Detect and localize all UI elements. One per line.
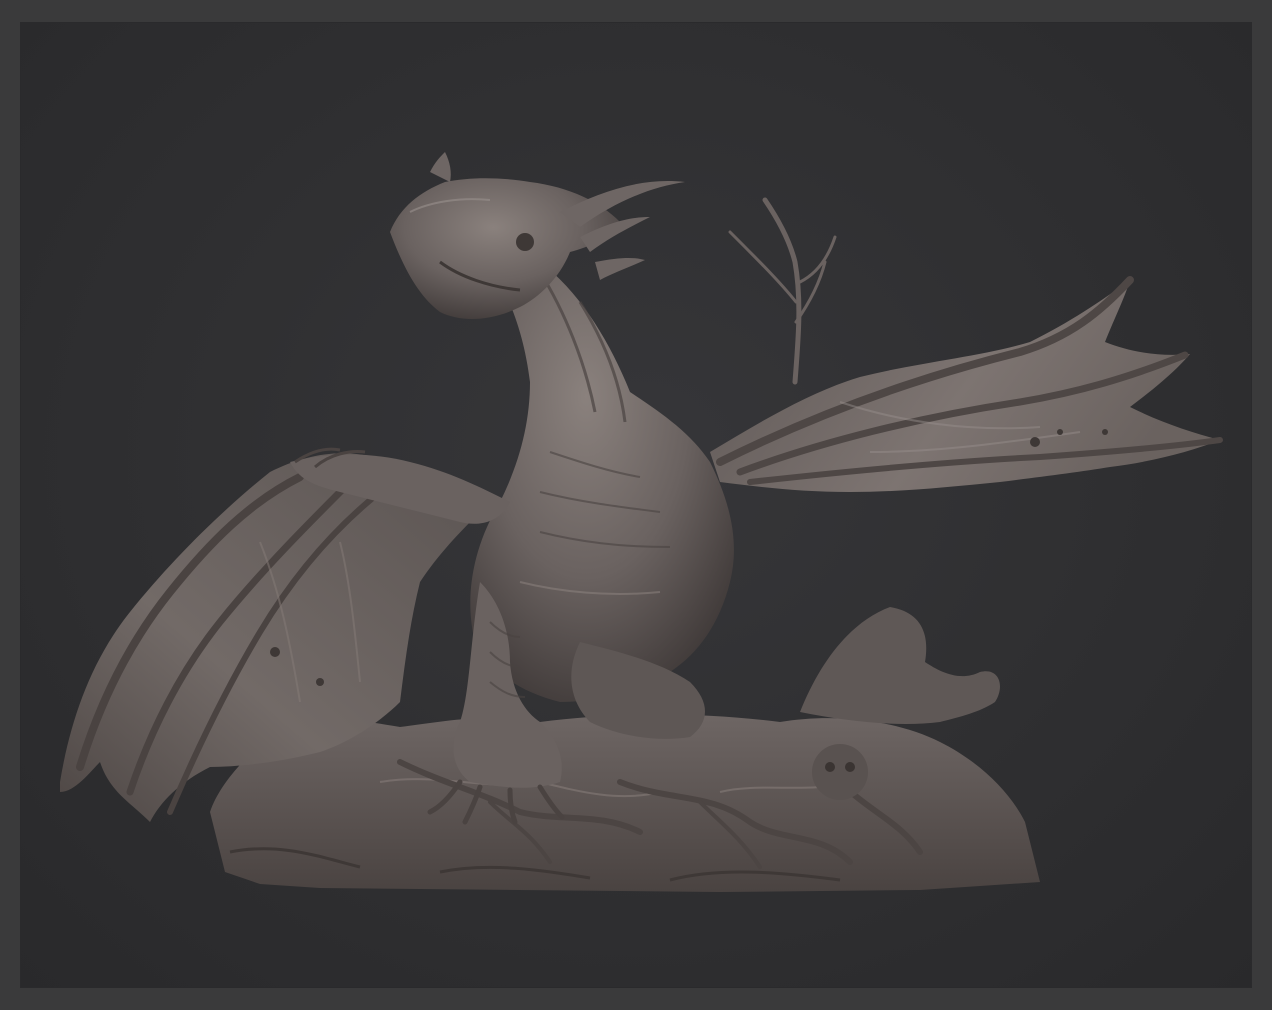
dragon-head <box>390 152 685 319</box>
sculpt-model[interactable] <box>20 22 1252 988</box>
right-wing <box>710 276 1223 492</box>
dead-branch <box>728 197 837 385</box>
app-frame <box>0 0 1272 1010</box>
3d-viewport[interactable] <box>20 22 1252 988</box>
